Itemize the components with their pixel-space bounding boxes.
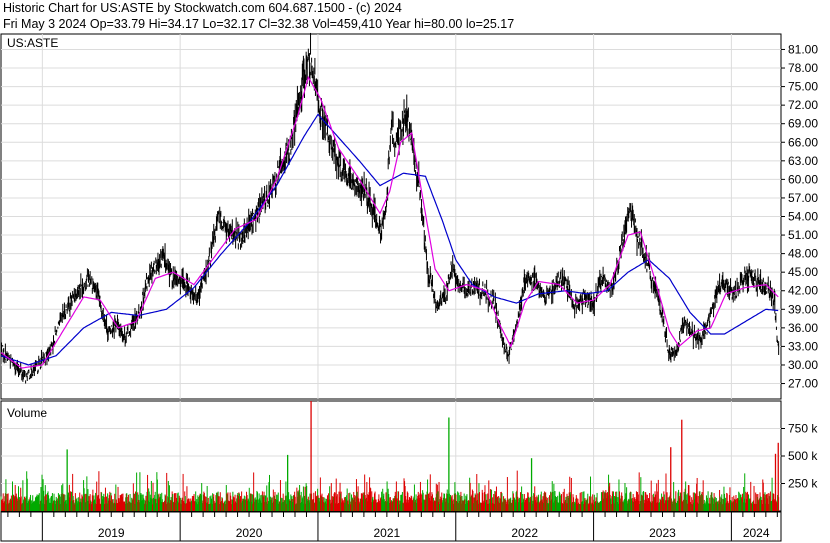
volume-tick-label: 250 k — [788, 477, 818, 491]
price-tick-label: 81.00 — [788, 42, 818, 56]
price-tick-label: 51.00 — [788, 228, 818, 242]
price-panel: 81.00 78.00 75.00 72.00 69.00 66.00 63.00 60.00… — [0, 32, 818, 400]
ticker-label: US:ASTE — [7, 36, 58, 50]
price-tick-label: 39.00 — [788, 302, 818, 316]
price-tick-label: 57.00 — [788, 191, 818, 205]
x-axis: 2019 2020 2021 2022 2023 2024 — [0, 511, 782, 542]
stock-chart: 81.00 78.00 75.00 72.00 69.00 66.00 63.00 60.00… — [0, 32, 818, 542]
price-tick-label: 48.00 — [788, 247, 818, 261]
price-tick-label: 36.00 — [788, 321, 818, 335]
price-tick-label: 45.00 — [788, 265, 818, 279]
year-label: 2022 — [511, 526, 538, 540]
year-label: 2021 — [374, 526, 401, 540]
price-tick-label: 69.00 — [788, 117, 818, 131]
price-tick-label: 30.00 — [788, 358, 818, 372]
price-tick-label: 27.00 — [788, 377, 818, 391]
volume-panel: 750 k 500 k 250 k Volume — [0, 400, 818, 512]
price-y-axis: 81.00 78.00 75.00 72.00 69.00 66.00 63.00 60.00… — [781, 42, 818, 391]
price-tick-label: 33.00 — [788, 339, 818, 353]
price-tick-label: 54.00 — [788, 210, 818, 224]
price-tick-label: 78.00 — [788, 61, 818, 75]
price-tick-label: 75.00 — [788, 80, 818, 94]
volume-label: Volume — [7, 406, 47, 420]
price-tick-label: 60.00 — [788, 172, 818, 186]
price-tick-label: 66.00 — [788, 135, 818, 149]
year-label: 2020 — [236, 526, 263, 540]
year-label: 2023 — [649, 526, 676, 540]
volume-tick-label: 500 k — [788, 449, 818, 463]
volume-tick-label: 750 k — [788, 422, 818, 436]
price-tick-label: 63.00 — [788, 154, 818, 168]
year-label: 2024 — [743, 526, 770, 540]
year-label: 2019 — [98, 526, 125, 540]
price-tick-label: 72.00 — [788, 98, 818, 112]
volume-y-axis: 750 k 500 k 250 k — [781, 422, 818, 491]
price-tick-label: 42.00 — [788, 284, 818, 298]
